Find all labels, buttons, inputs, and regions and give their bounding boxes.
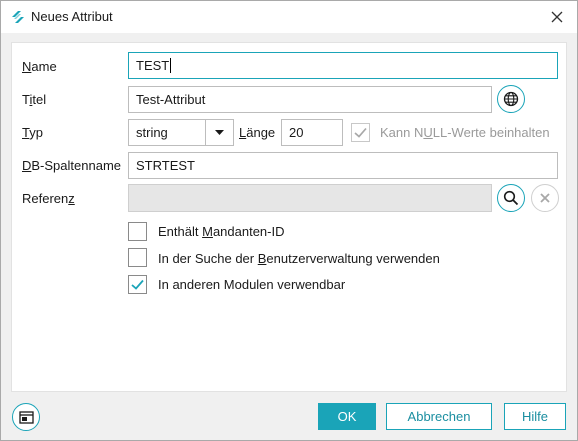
translate-button[interactable] [497, 85, 525, 113]
db-spaltenname-input[interactable]: STRTEST [128, 152, 558, 179]
chevron-down-icon [215, 130, 224, 135]
layout-icon [18, 410, 34, 424]
titel-label: Titel [22, 92, 47, 107]
name-label: Name [22, 59, 57, 74]
option-benutzerverwaltung-label: In der Suche der Benutzerverwaltung verw… [158, 251, 440, 266]
typ-label: Typ [22, 125, 43, 140]
close-button[interactable] [543, 3, 571, 31]
referenz-search-button[interactable] [497, 184, 525, 212]
cancel-button[interactable]: Abbrechen [386, 403, 492, 430]
checkmark-icon [131, 279, 144, 290]
help-button[interactable]: Hilfe [504, 403, 566, 430]
title-bar: Neues Attribut [1, 1, 577, 33]
option-mandanten-checkbox[interactable] [128, 222, 147, 241]
nullable-label: Kann NULL-Werte beinhalten [380, 125, 550, 140]
laenge-label: Länge [239, 125, 276, 140]
titel-input[interactable]: Test-Attribut [128, 86, 492, 113]
option-module-checkbox[interactable] [128, 275, 147, 294]
nullable-checkbox[interactable] [351, 123, 370, 142]
referenz-clear-button[interactable] [531, 184, 559, 212]
window-title: Neues Attribut [31, 9, 113, 24]
typ-select[interactable]: string [128, 119, 234, 146]
name-input[interactable]: TEST [128, 52, 558, 79]
option-module-label: In anderen Modulen verwendbar [158, 277, 346, 292]
db-spaltenname-label: DB-Spaltenname [22, 158, 122, 173]
option-mandanten-label: Enthält Mandanten-ID [158, 224, 285, 239]
laenge-input[interactable]: 20 [281, 119, 343, 146]
referenz-input[interactable] [128, 184, 492, 212]
app-logo-icon [12, 11, 24, 23]
search-icon [503, 190, 519, 206]
close-icon [551, 11, 563, 23]
typ-dropdown-toggle[interactable] [205, 120, 233, 145]
clear-icon [540, 193, 550, 203]
ok-button[interactable]: OK [318, 403, 376, 430]
layout-button[interactable] [12, 403, 40, 431]
globe-icon [503, 91, 519, 107]
option-benutzerverwaltung-checkbox[interactable] [128, 248, 147, 267]
checkmark-icon [354, 127, 367, 138]
referenz-label: Referenz [22, 191, 75, 206]
dialog-window: Neues Attribut Name TEST Titel Test-Attr… [0, 0, 578, 441]
typ-value: string [136, 125, 168, 140]
